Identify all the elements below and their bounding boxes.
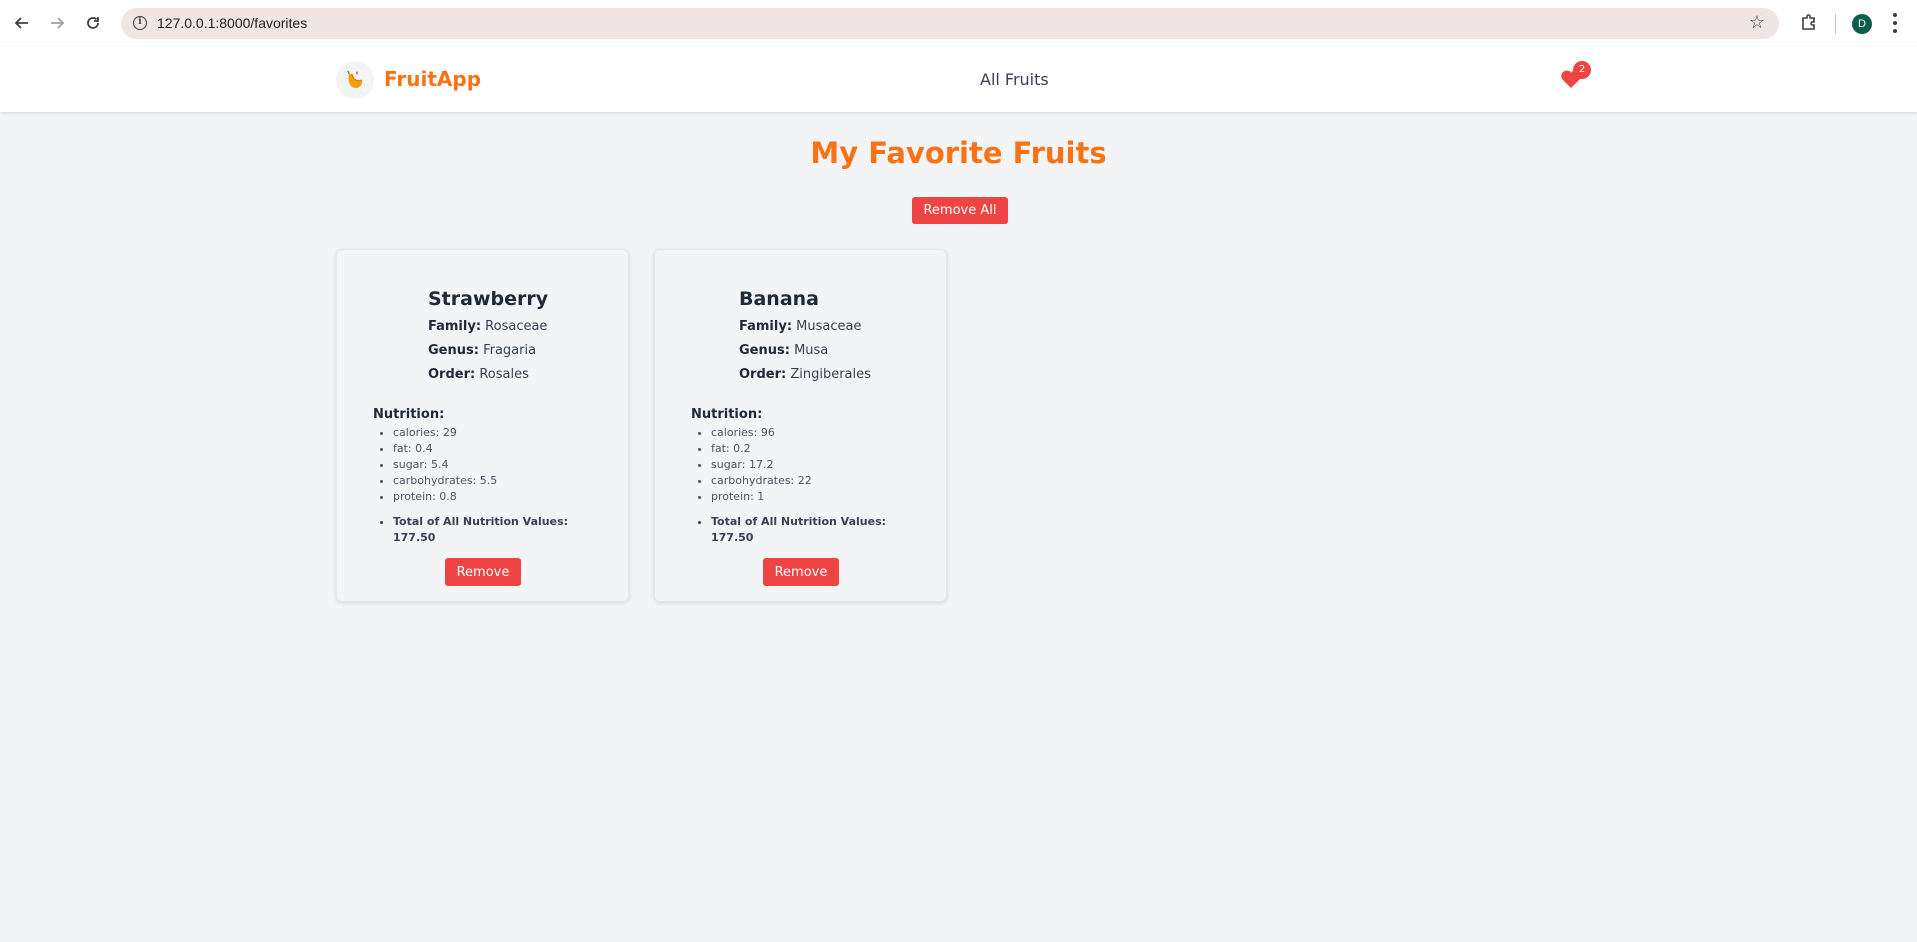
back-arrow-icon[interactable] bbox=[11, 12, 33, 34]
nutrition-item: fat: 0.4 bbox=[393, 441, 497, 457]
profile-avatar[interactable]: D bbox=[1852, 14, 1872, 34]
nutrition-item: sugar: 5.4 bbox=[393, 457, 497, 473]
total-label: Total of All Nutrition Values: bbox=[711, 515, 887, 528]
brand-name[interactable]: FruitApp bbox=[384, 67, 481, 91]
extensions-icon[interactable] bbox=[1800, 13, 1818, 31]
nutrition-title: Nutrition: bbox=[691, 407, 763, 422]
favorites-count-badge: 2 bbox=[1573, 61, 1591, 79]
order-value: Rosales bbox=[479, 367, 529, 382]
nutrition-item: calories: 96 bbox=[711, 425, 812, 441]
fruit-name: Strawberry bbox=[428, 288, 549, 310]
total-label: Total of All Nutrition Values: bbox=[393, 515, 569, 528]
fruit-card: Strawberry Family: Rosaceae Genus: Fraga… bbox=[336, 249, 629, 602]
nutrition-item: protein: 0.8 bbox=[393, 489, 497, 505]
nutrition-item: protein: 1 bbox=[711, 489, 812, 505]
fruit-genus: Genus: Musa bbox=[739, 343, 828, 358]
fruit-genus: Genus: Fragaria bbox=[428, 343, 536, 358]
nutrition-list: calories: 29 fat: 0.4 sugar: 5.4 carbohy… bbox=[393, 425, 497, 505]
fruit-order: Order: Zingiberales bbox=[739, 367, 871, 382]
genus-label: Genus: bbox=[428, 343, 479, 358]
fruit-family: Family: Musaceae bbox=[739, 319, 861, 334]
fruit-order: Order: Rosales bbox=[428, 367, 529, 382]
order-label: Order: bbox=[739, 367, 787, 382]
browser-toolbar: i 127.0.0.1:8000/favorites ☆ D bbox=[0, 0, 1917, 47]
nutrition-total: Total of All Nutrition Values: 177.50 bbox=[711, 514, 891, 546]
family-value: Musaceae bbox=[796, 319, 862, 334]
nutrition-item: carbohydrates: 5.5 bbox=[393, 473, 497, 489]
fruit-logo-icon[interactable] bbox=[336, 61, 374, 99]
forward-arrow-icon[interactable] bbox=[46, 12, 68, 34]
family-label: Family: bbox=[739, 319, 793, 334]
fruit-family: Family: Rosaceae bbox=[428, 319, 547, 334]
remove-all-button[interactable]: Remove All bbox=[912, 197, 1008, 224]
remove-button[interactable]: Remove bbox=[763, 558, 839, 586]
total-value: 177.50 bbox=[711, 531, 754, 544]
fruit-card: Banana Family: Musaceae Genus: Musa Orde… bbox=[654, 249, 947, 602]
browser-menu-icon[interactable] bbox=[1893, 13, 1897, 33]
nutrition-total: Total of All Nutrition Values: 177.50 bbox=[393, 514, 573, 546]
family-value: Rosaceae bbox=[485, 319, 548, 334]
reload-icon[interactable] bbox=[82, 12, 104, 34]
site-info-icon[interactable]: i bbox=[133, 16, 147, 30]
nutrition-item: calories: 29 bbox=[393, 425, 497, 441]
app-header: FruitApp All Fruits 2 bbox=[0, 47, 1917, 112]
nutrition-item: carbohydrates: 22 bbox=[711, 473, 812, 489]
total-value: 177.50 bbox=[393, 531, 436, 544]
genus-value: Musa bbox=[794, 343, 829, 358]
nav-all-fruits-link[interactable]: All Fruits bbox=[980, 70, 1049, 89]
family-label: Family: bbox=[428, 319, 482, 334]
address-bar[interactable]: i 127.0.0.1:8000/favorites ☆ bbox=[121, 8, 1779, 39]
nutrition-list: calories: 96 fat: 0.2 sugar: 17.2 carboh… bbox=[711, 425, 812, 505]
remove-button[interactable]: Remove bbox=[445, 558, 521, 586]
url-text[interactable]: 127.0.0.1:8000/favorites bbox=[157, 15, 307, 31]
bookmark-star-icon[interactable]: ☆ bbox=[1749, 12, 1765, 33]
order-value: Zingiberales bbox=[790, 367, 871, 382]
nutrition-item: fat: 0.2 bbox=[711, 441, 812, 457]
page-title: My Favorite Fruits bbox=[810, 136, 1107, 170]
fruit-name: Banana bbox=[739, 288, 819, 310]
genus-label: Genus: bbox=[739, 343, 790, 358]
nutrition-title: Nutrition: bbox=[373, 407, 445, 422]
genus-value: Fragaria bbox=[483, 343, 537, 358]
order-label: Order: bbox=[428, 367, 476, 382]
toolbar-divider bbox=[1835, 14, 1836, 34]
nutrition-item: sugar: 17.2 bbox=[711, 457, 812, 473]
